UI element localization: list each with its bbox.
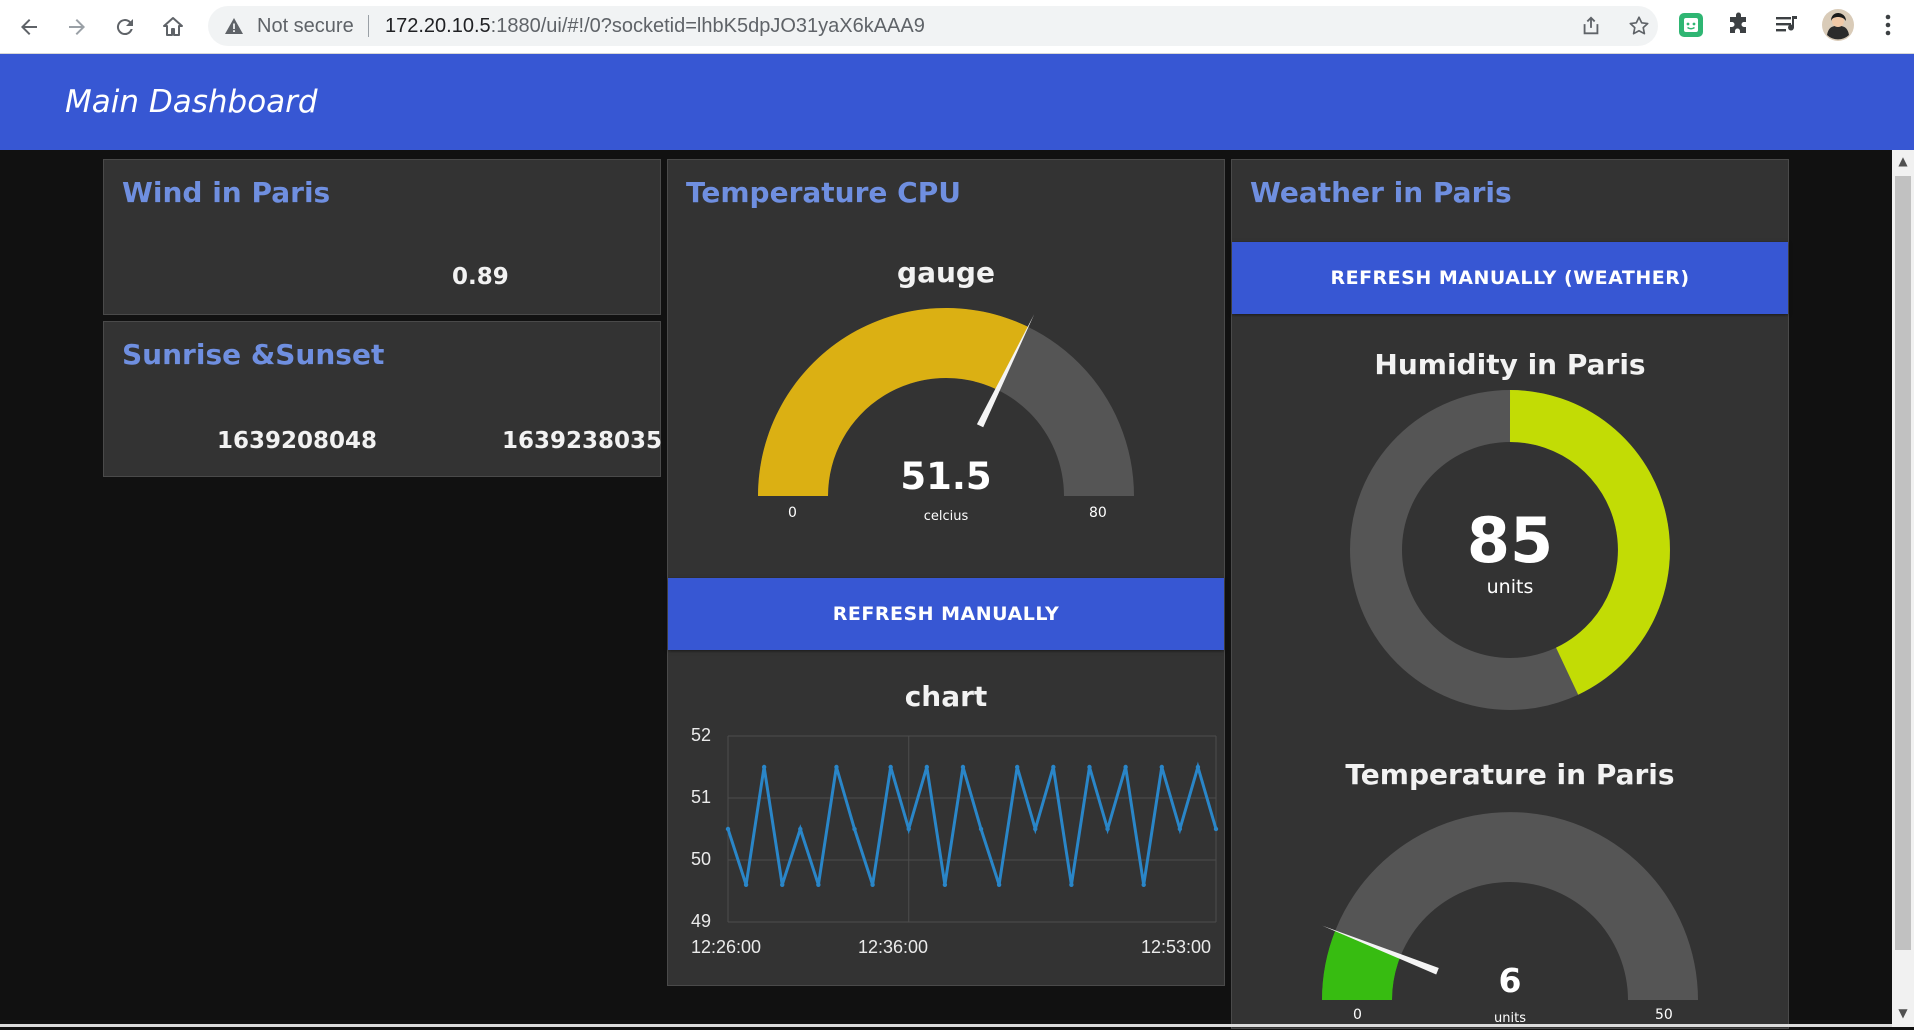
back-icon[interactable] bbox=[12, 10, 46, 44]
cpu-gauge-value: 51.5 bbox=[900, 455, 992, 498]
temperature-paris-value: 6 bbox=[1498, 961, 1522, 1000]
chart-point bbox=[780, 882, 785, 887]
sunrise-sunset-title: Sunrise &Sunset bbox=[122, 338, 385, 371]
not-secure-label[interactable]: Not secure bbox=[257, 15, 354, 38]
chart-point bbox=[996, 882, 1002, 887]
url-path: :1880/ui/#!/0?socketid=lhbK5dpJO31yaX6kA… bbox=[490, 15, 925, 37]
humidity-value: 85 bbox=[1466, 504, 1554, 577]
chart-point bbox=[1159, 764, 1164, 770]
temperature-gauge-min: 0 bbox=[1353, 1007, 1362, 1023]
wind-card: Wind in Paris 0.89 bbox=[103, 159, 661, 315]
cpu-gauge-unit: celcius bbox=[923, 509, 969, 524]
scroll-up-arrow-icon[interactable]: ▲ bbox=[1896, 154, 1910, 168]
chart-point bbox=[1123, 764, 1128, 770]
chart-series-line bbox=[726, 761, 1218, 886]
refresh-weather-button[interactable]: REFRESH MANUALLY (WEATHER) bbox=[1232, 242, 1788, 314]
weather-card: Weather in Paris REFRESH MANUALLY (WEATH… bbox=[1231, 159, 1789, 1029]
profile-avatar-icon[interactable] bbox=[1822, 9, 1854, 41]
chart-point bbox=[870, 882, 875, 887]
y-tick-49: 49 bbox=[691, 911, 712, 931]
chart-title: chart bbox=[904, 680, 988, 713]
humidity-unit: units bbox=[1486, 576, 1534, 598]
omnibox-divider bbox=[368, 15, 369, 37]
scroll-down-arrow-icon[interactable]: ▼ bbox=[1896, 1006, 1910, 1020]
y-tick-51: 51 bbox=[691, 787, 712, 807]
page-title: Main Dashboard bbox=[65, 84, 318, 120]
refresh-manually-button[interactable]: REFRESH MANUALLY bbox=[668, 578, 1224, 650]
chart-point bbox=[816, 882, 821, 887]
chart-point bbox=[1213, 826, 1219, 832]
chart-point bbox=[1087, 764, 1092, 770]
chart-point bbox=[1141, 882, 1146, 887]
temperature-paris-title: Temperature in Paris bbox=[1345, 758, 1675, 791]
y-tick-50: 50 bbox=[691, 849, 712, 869]
cpu-temperature-chart bbox=[725, 735, 1219, 923]
scrollbar-thumb[interactable] bbox=[1895, 176, 1911, 950]
media-queue-icon[interactable] bbox=[1773, 11, 1801, 39]
forward-icon[interactable] bbox=[60, 10, 94, 44]
y-tick-52: 52 bbox=[691, 725, 712, 745]
browser-toolbar: Not secure 172.20.10.5:1880/ui/#!/0?sock… bbox=[0, 0, 1914, 54]
chart-point bbox=[1033, 826, 1038, 832]
extension-face-icon[interactable] bbox=[1677, 11, 1705, 39]
chart-point bbox=[888, 764, 893, 770]
bookmark-star-icon[interactable] bbox=[1628, 15, 1650, 37]
chart-point bbox=[1105, 826, 1110, 832]
gauge-title: gauge bbox=[897, 256, 995, 289]
cpu-gauge-min: 0 bbox=[788, 505, 797, 521]
x-tick-1: 12:26:00 bbox=[691, 937, 762, 957]
sunset-value: 1639238035 bbox=[502, 428, 663, 454]
temperature-cpu-title: Temperature CPU bbox=[686, 176, 961, 209]
sunrise-sunset-card: Sunrise &Sunset 1639208048 1639238035 bbox=[103, 321, 663, 477]
weather-card-title: Weather in Paris bbox=[1250, 176, 1512, 209]
humidity-title: Humidity in Paris bbox=[1374, 348, 1646, 381]
x-tick-3: 12:53:00 bbox=[1141, 937, 1212, 957]
address-bar[interactable]: Not secure 172.20.10.5:1880/ui/#!/0?sock… bbox=[208, 6, 1658, 46]
chart-point bbox=[798, 826, 803, 832]
chart-point bbox=[1177, 826, 1183, 832]
url-host: 172.20.10.5 bbox=[385, 15, 491, 37]
x-tick-2: 12:36:00 bbox=[858, 937, 929, 957]
extensions-puzzle-icon[interactable] bbox=[1725, 11, 1753, 39]
chart-point bbox=[1051, 764, 1056, 770]
chart-point bbox=[1195, 764, 1201, 770]
chart-point bbox=[834, 764, 839, 770]
chart-point bbox=[1014, 764, 1020, 770]
chart-point bbox=[725, 826, 731, 832]
chart-point bbox=[978, 826, 984, 832]
warning-icon[interactable] bbox=[224, 16, 244, 36]
app-header: Main Dashboard bbox=[0, 54, 1914, 150]
chart-point bbox=[743, 882, 749, 887]
cpu-gauge-max: 80 bbox=[1089, 505, 1107, 521]
reload-icon[interactable] bbox=[108, 10, 142, 44]
chart-point bbox=[960, 764, 966, 770]
chart-point bbox=[906, 826, 911, 832]
chart-point bbox=[761, 764, 767, 770]
chart-point bbox=[1069, 882, 1074, 887]
chart-point bbox=[924, 764, 930, 770]
share-icon[interactable] bbox=[1580, 15, 1602, 37]
wind-value: 0.89 bbox=[452, 264, 509, 290]
browser-menu-icon[interactable] bbox=[1874, 11, 1902, 39]
url-text[interactable]: 172.20.10.5:1880/ui/#!/0?socketid=lhbK5d… bbox=[385, 15, 925, 38]
chart-point bbox=[942, 882, 948, 887]
temperature-cpu-card: Temperature CPU gauge 51.5 celcius 0 80 … bbox=[667, 159, 1225, 986]
wind-card-title: Wind in Paris bbox=[122, 176, 331, 209]
chart-point bbox=[852, 826, 857, 832]
sunrise-value: 1639208048 bbox=[217, 428, 378, 454]
temperature-gauge-max: 50 bbox=[1655, 1007, 1673, 1023]
home-icon[interactable] bbox=[156, 10, 190, 44]
